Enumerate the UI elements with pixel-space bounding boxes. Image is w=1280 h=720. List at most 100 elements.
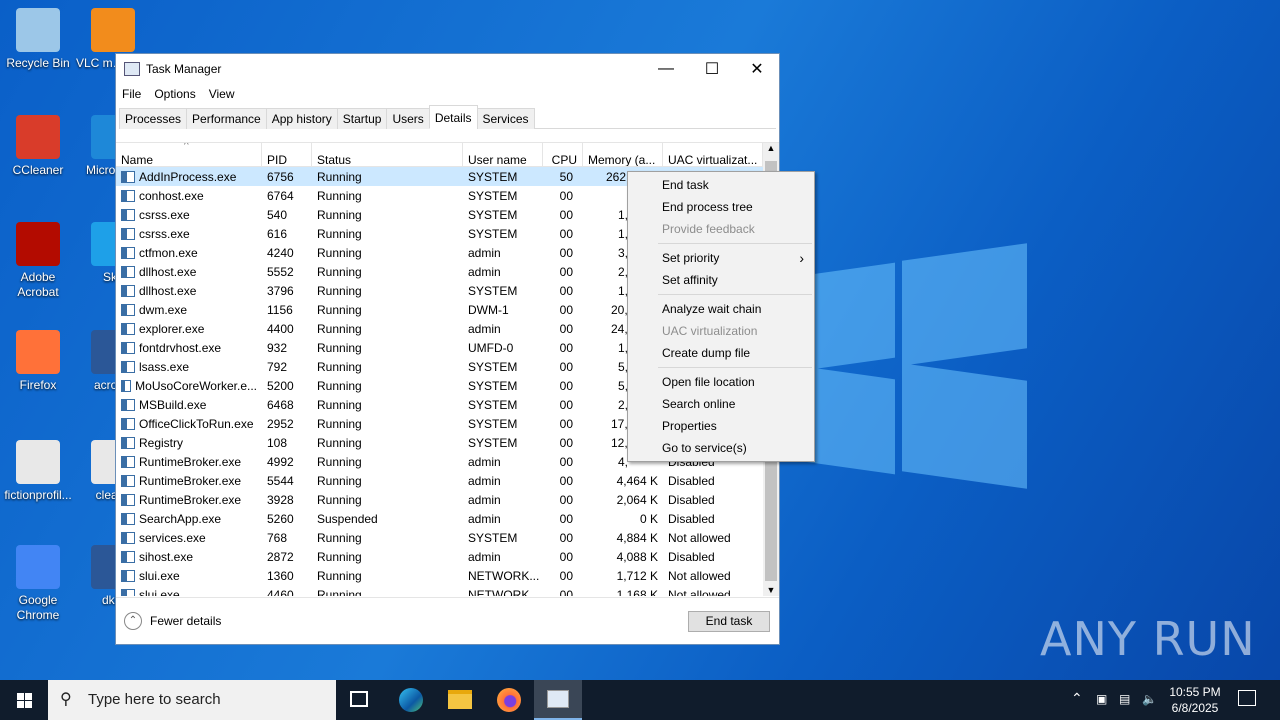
desktop-icon[interactable]: Adobe Acrobat [0,222,76,300]
table-row[interactable]: slui.exe 1360 Running NETWORK... 00 1,712 K No… [116,566,779,585]
process-name-text: dwm.exe [139,302,188,317]
pid: 1360 [267,568,294,583]
cpu: 00 [559,587,573,597]
column-header[interactable]: Name [116,143,262,166]
context-menu-go-to-service-s[interactable]: Go to service(s) [628,437,814,459]
tab-processes[interactable]: Processes [119,108,188,129]
desktop-icon[interactable]: Google Chrome [0,545,76,623]
fewer-details-button[interactable]: ⌃ Fewer details [124,612,221,630]
tab-users[interactable]: Users [386,108,430,129]
scroll-down-icon[interactable]: ▼ [763,585,779,595]
process-name: lsass.exe [116,360,262,374]
memory: 2,064 K [616,492,658,507]
menu-item-label: Analyze wait chain [662,302,762,316]
process-name-text: ctfmon.exe [139,245,198,260]
context-menu-end-task[interactable]: End task [628,174,814,196]
context-menu-set-priority[interactable]: Set priority › [628,247,814,269]
desktop-icon-image [16,8,60,52]
maximize-button[interactable]: ☐ [689,54,735,84]
context-menu-provide-feedback: Provide feedback [628,218,814,240]
column-header[interactable]: Memory (a... [583,143,663,166]
process-name: slui.exe [116,588,262,596]
process-icon [121,284,135,297]
context-menu-analyze-wait-chain[interactable]: Analyze wait chain [628,298,814,320]
cpu: 00 [559,378,573,393]
menu-options[interactable]: Options [154,87,195,101]
status: Running [317,321,362,336]
cpu: 00 [559,511,573,526]
close-button[interactable]: ✕ [734,54,780,84]
process-name-text: MSBuild.exe [139,397,207,412]
desktop-icon-image [16,222,60,266]
table-row[interactable]: sihost.exe 2872 Running admin 00 4,088 K Disab… [116,547,779,566]
table-row[interactable]: slui.exe 4460 Running NETWORK... 00 1,168 K No… [116,585,779,596]
task-view-icon[interactable] [350,691,368,707]
task-manager-icon [547,690,569,708]
process-icon [121,493,135,506]
context-menu-set-affinity[interactable]: Set affinity [628,269,814,291]
column-header-row: Name PID Status User name CPU Memory (a... UAC… [116,143,779,167]
tab-startup[interactable]: Startup [336,108,388,129]
desktop-icon[interactable]: Firefox [0,330,76,393]
clock[interactable]: 10:55 PM 6/8/2025 [1166,684,1224,716]
scroll-up-icon[interactable]: ▲ [763,143,779,153]
cpu: 00 [559,397,573,412]
table-row[interactable]: RuntimeBroker.exe 5544 Running admin 00 4,464… [116,471,779,490]
process-name-text: RuntimeBroker.exe [139,473,242,488]
context-menu-end-process-tree[interactable]: End process tree [628,196,814,218]
status: Running [317,169,362,184]
tab-details[interactable]: Details [428,105,478,129]
process-icon [121,303,135,316]
menu-file[interactable]: File [122,87,141,101]
minimize-button[interactable]: — [643,54,689,84]
volume-icon[interactable]: 🔈 [1142,691,1157,707]
table-row[interactable]: SearchApp.exe 5260 Suspended admin 00 0 K Disa… [116,509,779,528]
column-header[interactable]: CPU [543,143,583,166]
tab-performance[interactable]: Performance [186,108,267,129]
menu-view[interactable]: View [209,87,235,101]
desktop-icon[interactable]: CCleaner [0,115,76,178]
column-header[interactable]: PID [262,143,312,166]
status: Running [317,245,362,260]
column-header[interactable]: User name [463,143,543,166]
tab-services[interactable]: Services [476,108,535,129]
firefox-taskbar-icon[interactable] [497,688,521,712]
process-name-text: fontdrvhost.exe [139,340,222,355]
start-button[interactable] [0,680,48,720]
table-row[interactable]: RuntimeBroker.exe 3928 Running admin 00 2,064… [116,490,779,509]
process-icon [121,455,135,468]
show-hidden-icons-icon[interactable]: ⌃ [1071,690,1083,706]
end-task-button[interactable]: End task [688,611,770,632]
network-icon[interactable]: ▤ [1119,691,1130,707]
desktop-icon[interactable]: fictionprofil... [0,440,76,503]
task-manager-taskbar-button[interactable] [534,680,582,720]
column-header[interactable]: Status [312,143,463,166]
edge-taskbar-icon[interactable] [399,688,423,712]
desktop-icon[interactable]: Recycle Bin [0,8,76,71]
status: Running [317,264,362,279]
status: Running [317,530,362,545]
status: Suspended [317,511,378,526]
context-menu-search-online[interactable]: Search online [628,393,814,415]
context-menu-properties[interactable]: Properties [628,415,814,437]
fewer-details-label: Fewer details [150,614,222,628]
uac-virtualization: Disabled [668,549,715,564]
process-icon [121,360,135,373]
tab-app-history[interactable]: App history [265,108,338,129]
process-name: Registry [116,436,262,450]
process-icon [121,588,135,596]
search-icon: ⚲ [60,691,72,708]
meet-now-icon[interactable]: ▣ [1096,691,1107,707]
file-explorer-taskbar-icon[interactable] [448,690,472,709]
taskbar-search-box[interactable]: ⚲ Type here to search [48,680,336,720]
column-header[interactable]: UAC virtualizat... [663,143,763,166]
context-menu-create-dump-file[interactable]: Create dump file [628,342,814,364]
menu-item-label: UAC virtualization [662,324,758,338]
table-row[interactable]: services.exe 768 Running SYSTEM 00 4,884 K Not… [116,528,779,547]
notification-center-icon[interactable] [1238,690,1256,706]
footer: ⌃ Fewer details End task [116,597,779,645]
cpu: 00 [559,340,573,355]
context-menu-open-file-location[interactable]: Open file location [628,371,814,393]
user-name: SYSTEM [468,359,518,374]
user-name: admin [468,264,501,279]
